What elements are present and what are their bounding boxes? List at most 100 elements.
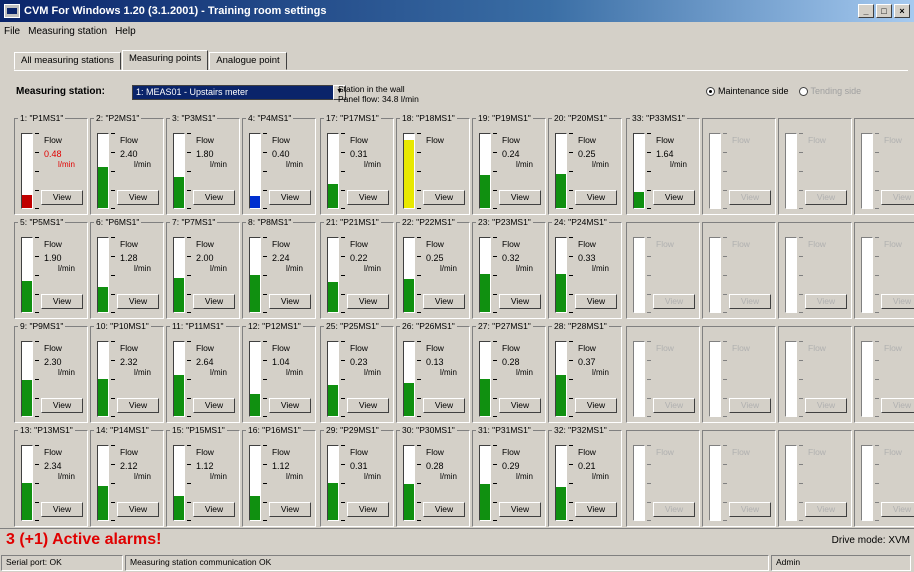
view-button[interactable]: View [729,502,771,517]
view-button[interactable]: View [423,190,465,205]
tab-measuring-points[interactable]: Measuring points [121,50,209,70]
scale-tick [341,237,345,238]
scale-ticks [799,341,803,417]
view-button[interactable]: View [881,502,914,517]
view-button[interactable]: View [805,398,847,413]
view-button[interactable]: View [117,294,159,309]
view-button[interactable]: View [653,294,695,309]
active-alarms-text[interactable]: 3 (+1) Active alarms! [6,531,161,549]
view-button[interactable]: View [805,190,847,205]
menu-file[interactable]: File [4,26,20,37]
view-button[interactable]: View [269,294,311,309]
flow-value: 0.29 [502,461,520,471]
view-button[interactable]: View [729,190,771,205]
view-button[interactable]: View [41,502,83,517]
view-button[interactable]: View [193,398,235,413]
view-button[interactable]: View [117,398,159,413]
scale-tick [417,133,421,134]
tab-all-measuring-stations[interactable]: All measuring stations [14,52,121,70]
tending-side-radio[interactable]: Tending side [798,86,861,96]
scale-tick [341,256,345,257]
view-button[interactable]: View [41,190,83,205]
view-button[interactable]: View [653,502,695,517]
flow-value: 0.32 [502,253,520,263]
view-button[interactable]: View [347,190,389,205]
view-button[interactable]: View [499,398,541,413]
minimize-button[interactable]: _ [858,4,874,18]
view-button[interactable]: View [499,294,541,309]
view-button[interactable]: View [423,294,465,309]
scale-ticks [35,237,39,313]
status-message: Measuring station communication OK [125,555,769,571]
flow-level-bar [709,445,721,521]
flow-value: 2.32 [120,357,138,367]
view-button[interactable]: View [575,190,617,205]
scale-tick [111,190,115,191]
measuring-point-card: Flow View [854,222,914,319]
point-title: 24: "P24MS1" [552,217,609,227]
view-button[interactable]: View [193,294,235,309]
radio-unselected-icon[interactable] [798,86,808,96]
scale-tick [35,360,39,361]
flow-value: 1.28 [120,253,138,263]
view-button[interactable]: View [575,502,617,517]
flow-level-bar [555,133,567,209]
view-button[interactable]: View [41,294,83,309]
maximize-button[interactable]: □ [876,4,892,18]
view-button[interactable]: View [347,502,389,517]
flow-label: Flow [656,343,674,353]
scale-ticks [263,341,267,417]
view-button[interactable]: View [423,502,465,517]
flow-label: Flow [732,135,750,145]
maintenance-side-radio[interactable]: Maintenance side [706,86,789,96]
view-button[interactable]: View [193,502,235,517]
flow-level-bar [709,237,721,313]
view-button[interactable]: View [347,398,389,413]
scale-tick [493,398,497,399]
view-button[interactable]: View [575,398,617,413]
view-button[interactable]: View [347,294,389,309]
scale-tick [111,502,115,503]
title-bar[interactable]: CVM For Windows 1.20 (3.1.2001) - Traini… [0,0,914,22]
menu-measuring-station[interactable]: Measuring station [28,26,107,37]
scale-tick [187,379,191,380]
view-button[interactable]: View [41,398,83,413]
scale-ticks [647,237,651,313]
point-title: 22: "P22MS1" [400,217,457,227]
close-button[interactable]: × [894,4,910,18]
view-button[interactable]: View [117,190,159,205]
tab-analogue-point[interactable]: Analogue point [209,52,287,70]
view-button[interactable]: View [729,294,771,309]
view-button[interactable]: View [653,398,695,413]
view-button[interactable]: View [575,294,617,309]
flow-label: Flow [656,135,674,145]
flow-label: Flow [426,343,444,353]
view-button[interactable]: View [269,190,311,205]
view-button[interactable]: View [729,398,771,413]
measuring-point-card: 24: "P24MS1" Flow 0.33 l/min View [548,217,622,319]
view-button[interactable]: View [881,190,914,205]
scale-tick [799,312,803,313]
flow-level-bar [861,445,873,521]
view-button[interactable]: View [881,398,914,413]
view-button[interactable]: View [499,502,541,517]
view-button[interactable]: View [653,190,695,205]
flow-unit: l/min [364,264,381,273]
view-button[interactable]: View [881,294,914,309]
view-button[interactable]: View [269,398,311,413]
view-button[interactable]: View [117,502,159,517]
measuring-point-card: 29: "P29MS1" Flow 0.31 l/min View [320,425,394,527]
view-button[interactable]: View [193,190,235,205]
flow-level-fill [328,184,338,208]
app-icon[interactable] [4,4,20,18]
view-button[interactable]: View [805,502,847,517]
station-select[interactable]: 1: MEAS01 - Upstairs meter ▼ [132,85,346,100]
radio-selected-icon[interactable] [706,86,715,96]
view-button[interactable]: View [499,190,541,205]
view-button[interactable]: View [805,294,847,309]
measuring-point-card: Flow View [626,222,700,319]
scale-tick [875,152,879,153]
view-button[interactable]: View [269,502,311,517]
view-button[interactable]: View [423,398,465,413]
menu-help[interactable]: Help [115,26,136,37]
